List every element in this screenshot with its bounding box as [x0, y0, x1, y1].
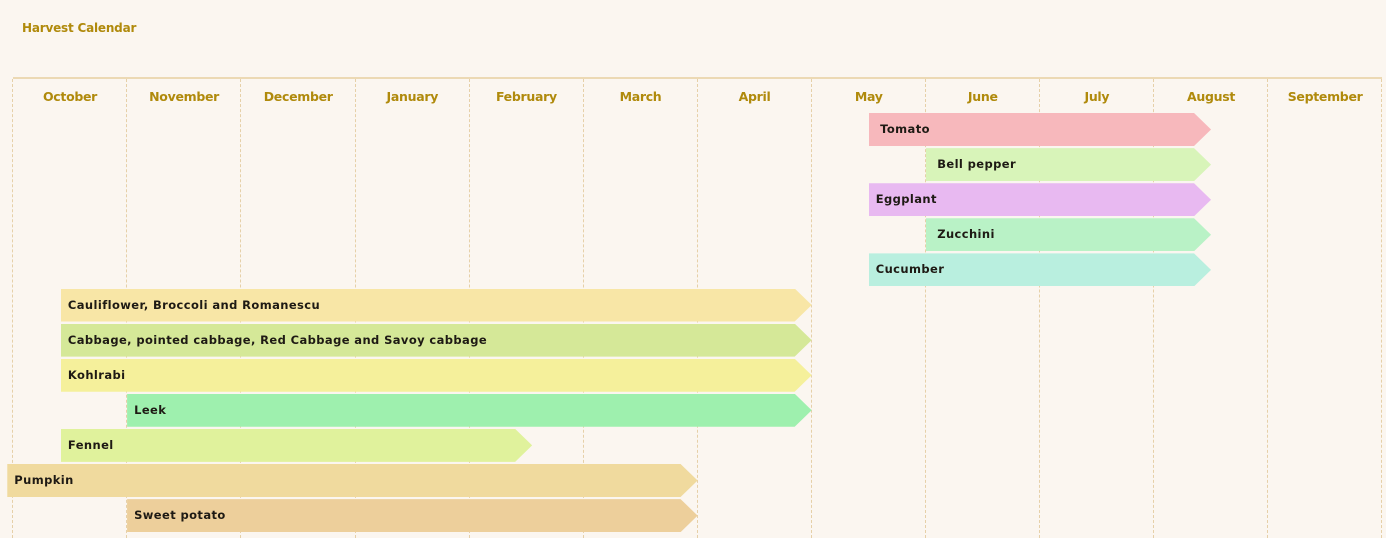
month-label-november: November	[149, 89, 220, 104]
bar-fennel[interactable]: Fennel	[61, 429, 532, 462]
bar-pumpkin[interactable]: Pumpkin	[7, 464, 697, 497]
harvest-gantt-chart: October November December January February Ma…	[0, 0, 1386, 538]
gridline	[1381, 79, 1383, 538]
month-label-august: August	[1186, 89, 1236, 104]
month-label-june: June	[967, 89, 998, 104]
bar-kohlrabi[interactable]: Kohlrabi	[61, 359, 812, 392]
bar-cucumber[interactable]: Cucumber	[869, 253, 1211, 286]
bar-leek[interactable]: Leek	[127, 394, 812, 427]
month-label-september: September	[1287, 89, 1363, 104]
bar-label: Leek	[134, 402, 167, 417]
month-label-march: March	[619, 89, 662, 104]
gridline	[810, 79, 812, 538]
month-label-october: October	[42, 89, 98, 104]
gridline	[1153, 79, 1155, 538]
bar-label: Fennel	[67, 437, 114, 452]
bar-tomato[interactable]: Tomato	[869, 113, 1211, 146]
bar-eggplant[interactable]: Eggplant	[869, 183, 1211, 216]
bar-label: Cabbage, pointed cabbage, Red Cabbage an…	[67, 332, 488, 347]
gridline	[1039, 79, 1041, 538]
month-label-january: January	[386, 89, 439, 104]
bar-label: Kohlrabi	[67, 367, 126, 382]
bar-label: Tomato	[875, 122, 930, 136]
bar-label: Eggplant	[875, 192, 937, 207]
bar-bell-pepper[interactable]: Bell pepper	[926, 148, 1211, 181]
bar-label: Zucchini	[932, 227, 995, 242]
month-label-may: May	[854, 89, 883, 104]
month-label-april: April	[738, 89, 771, 104]
bar-label: Sweet potato	[134, 508, 226, 523]
gridline	[925, 79, 927, 538]
month-label-december: December	[263, 89, 333, 104]
bar-label: Cauliflower, Broccoli and Romanescu	[67, 297, 321, 312]
bar-label: Cucumber	[875, 262, 945, 277]
gridline	[1267, 79, 1269, 538]
bar-label: Bell pepper	[932, 157, 1017, 172]
bar-label: Pumpkin	[14, 473, 74, 487]
bar-cabbage-pointed-cabbage-red-cabbage-and-savoy-cabbage[interactable]: Cabbage, pointed cabbage, Red Cabbage an…	[61, 324, 812, 357]
bar-zucchini[interactable]: Zucchini	[926, 218, 1211, 251]
bar-sweet-potato[interactable]: Sweet potato	[127, 499, 698, 532]
bar-cauliflower-broccoli-and-romanescu[interactable]: Cauliflower, Broccoli and Romanescu	[61, 289, 812, 322]
month-label-july: July	[1084, 89, 1110, 104]
month-label-february: February	[495, 89, 557, 104]
